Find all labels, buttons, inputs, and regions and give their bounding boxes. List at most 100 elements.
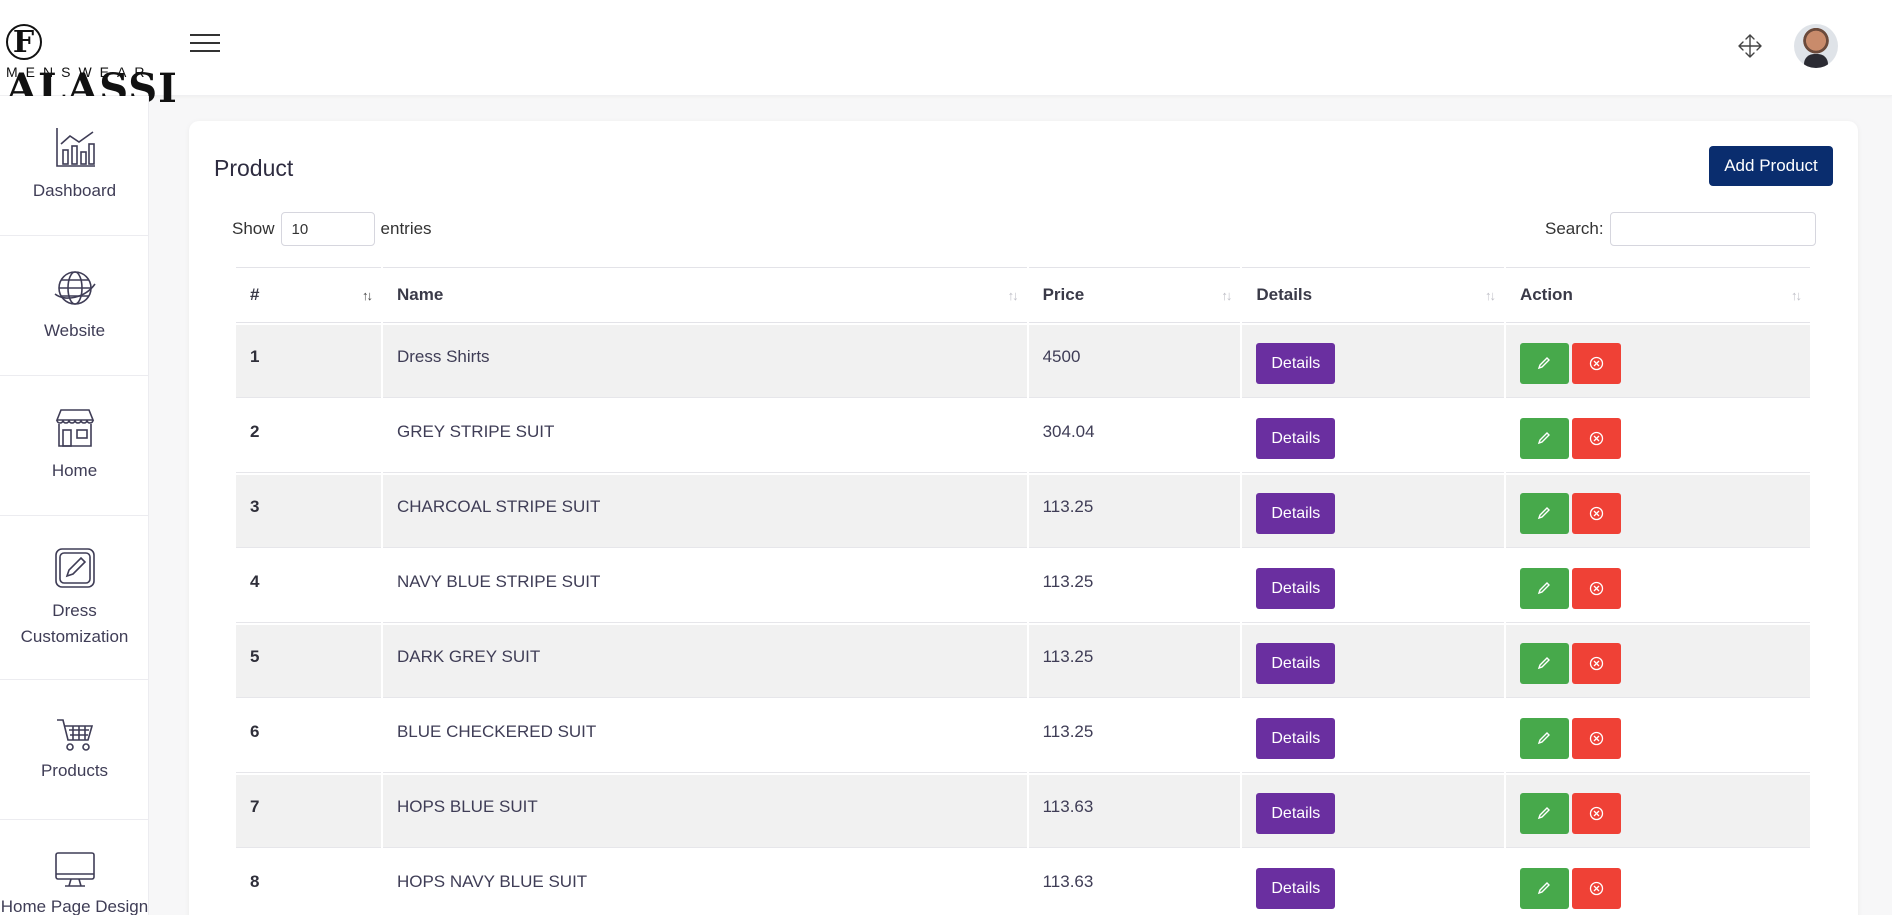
column-header-price[interactable]: Price ↑↓ xyxy=(1028,267,1241,323)
store-icon xyxy=(55,409,94,447)
column-header-action[interactable]: Action ↑↓ xyxy=(1505,267,1810,323)
product-price: 304.04 xyxy=(1028,400,1241,473)
pencil-icon xyxy=(1537,582,1550,595)
delete-button[interactable] xyxy=(1571,868,1621,909)
delete-button[interactable] xyxy=(1571,568,1621,609)
avatar[interactable] xyxy=(1794,24,1838,68)
sidebar-item-home-page-design[interactable]: Home Page Design xyxy=(0,820,149,915)
column-header-name[interactable]: Name ↑↓ xyxy=(382,267,1027,323)
sort-icon: ↑↓ xyxy=(1484,288,1496,303)
product-name: HOPS NAVY BLUE SUIT xyxy=(383,850,1027,915)
edit-button[interactable] xyxy=(1519,418,1569,459)
details-button[interactable]: Details xyxy=(1256,793,1336,834)
cart-icon xyxy=(56,719,93,751)
product-price: 113.25 xyxy=(1028,550,1241,623)
delete-button[interactable] xyxy=(1571,493,1621,534)
sidebar: Dashboard Website Home Dress Customizati… xyxy=(0,96,149,915)
add-product-button[interactable]: Add Product xyxy=(1709,146,1833,186)
search-input[interactable] xyxy=(1609,212,1816,246)
product-price: 113.63 xyxy=(1028,775,1241,848)
product-name: NAVY BLUE STRIPE SUIT xyxy=(382,550,1027,623)
row-number: 1 xyxy=(236,325,381,398)
details-button[interactable]: Details xyxy=(1256,568,1336,609)
column-header-number[interactable]: # ↑↓ xyxy=(236,267,381,323)
close-circle-icon xyxy=(1589,731,1604,746)
details-button[interactable]: Details xyxy=(1256,643,1336,684)
sidebar-item-website[interactable]: Website xyxy=(0,236,149,376)
pencil-icon xyxy=(1537,807,1550,820)
product-name: HOPS BLUE SUIT xyxy=(382,775,1027,848)
product-name: GREY STRIPE SUIT xyxy=(382,400,1027,473)
sidebar-item-products[interactable]: Products xyxy=(0,680,149,820)
delete-button[interactable] xyxy=(1571,793,1621,834)
details-button[interactable]: Details xyxy=(1256,343,1336,384)
details-button[interactable]: Details xyxy=(1256,868,1336,909)
sort-icon: ↑↓ xyxy=(1791,288,1802,303)
delete-button[interactable] xyxy=(1571,718,1621,759)
column-header-details[interactable]: Details ↑↓ xyxy=(1242,267,1504,323)
edit-button[interactable] xyxy=(1519,493,1569,534)
table-row: 4 NAVY BLUE STRIPE SUIT 113.25 Details xyxy=(236,550,1810,623)
pencil-icon xyxy=(1537,732,1550,745)
product-name: BLUE CHECKERED SUIT xyxy=(382,700,1027,773)
edit-button[interactable] xyxy=(1519,643,1569,684)
table-row: 5 DARK GREY SUIT 113.25 Details xyxy=(236,625,1810,698)
details-button[interactable]: Details xyxy=(1256,418,1336,459)
table-row: 7 HOPS BLUE SUIT 113.63 Details xyxy=(236,775,1810,848)
close-circle-icon xyxy=(1589,431,1604,446)
close-circle-icon xyxy=(1589,506,1604,521)
move-arrows-icon[interactable] xyxy=(1736,32,1764,60)
close-circle-icon xyxy=(1589,881,1604,896)
top-header: FALASSI MENSWEAR xyxy=(0,0,1892,112)
pencil-icon xyxy=(1537,507,1550,520)
product-name: DARK GREY SUIT xyxy=(382,625,1027,698)
sidebar-item-dashboard[interactable]: Dashboard xyxy=(0,96,149,236)
entries-length-control: Show entries xyxy=(232,212,432,246)
page-title: Product xyxy=(214,155,294,181)
pencil-icon xyxy=(1537,357,1550,370)
delete-button[interactable] xyxy=(1571,343,1621,384)
show-label: Show xyxy=(232,219,275,238)
logo-letter: F xyxy=(6,24,42,60)
row-number: 5 xyxy=(236,625,381,698)
product-price: 113.25 xyxy=(1028,625,1241,698)
table-row: 1 Dress Shirts 4500 Details xyxy=(236,325,1810,398)
edit-button[interactable] xyxy=(1519,343,1569,384)
product-table: # ↑↓ Name ↑↓ Price ↑↓ Details ↑↓ Action ↑↓ 1 … xyxy=(234,265,1812,915)
product-price: 113.63 xyxy=(1029,850,1241,915)
edit-button[interactable] xyxy=(1519,568,1569,609)
product-name: CHARCOAL STRIPE SUIT xyxy=(382,475,1027,548)
close-circle-icon xyxy=(1589,356,1604,371)
brand-logo[interactable]: FALASSI MENSWEAR xyxy=(0,16,177,112)
row-number: 2 xyxy=(236,400,381,473)
sidebar-item-home[interactable]: Home xyxy=(0,376,149,516)
delete-button[interactable] xyxy=(1571,643,1621,684)
close-circle-icon xyxy=(1589,581,1604,596)
chart-icon xyxy=(55,128,95,167)
product-price: 113.25 xyxy=(1028,475,1241,548)
details-button[interactable]: Details xyxy=(1256,493,1336,534)
sort-icon: ↑↓ xyxy=(1221,288,1232,303)
edit-button[interactable] xyxy=(1519,793,1569,834)
delete-button[interactable] xyxy=(1571,418,1621,459)
globe-icon xyxy=(54,271,96,305)
sidebar-item-dress-customization[interactable]: Dress Customization xyxy=(0,516,149,680)
hamburger-icon[interactable] xyxy=(190,34,220,56)
row-number: 7 xyxy=(236,775,381,848)
details-button[interactable]: Details xyxy=(1256,718,1336,759)
sort-icon: ↑↓ xyxy=(361,288,373,303)
sidebar-item-label: Products xyxy=(40,761,109,780)
close-circle-icon xyxy=(1589,656,1604,671)
table-row: 8 HOPS NAVY BLUE SUIT 113.63 Details xyxy=(236,850,1810,915)
entries-select[interactable] xyxy=(280,212,375,246)
close-circle-icon xyxy=(1589,806,1604,821)
table-header-row: # ↑↓ Name ↑↓ Price ↑↓ Details ↑↓ Action ↑↓ xyxy=(236,267,1810,323)
row-number: 8 xyxy=(236,850,381,915)
edit-button[interactable] xyxy=(1519,718,1569,759)
pencil-icon xyxy=(1537,432,1550,445)
sidebar-item-label: Dress Customization xyxy=(20,601,129,646)
row-number: 3 xyxy=(236,475,381,548)
sidebar-item-label: Website xyxy=(43,321,106,340)
sidebar-item-label: Home Page Design xyxy=(0,897,149,915)
edit-button[interactable] xyxy=(1519,868,1569,909)
